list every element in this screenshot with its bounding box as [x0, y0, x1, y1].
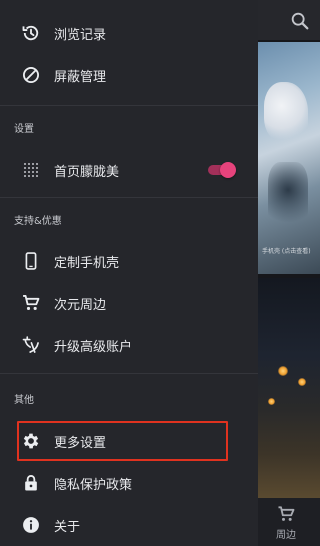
- bottom-nav: 周边: [258, 498, 320, 546]
- background-content: 手机壳 (点击查看) 周边: [258, 0, 320, 546]
- search-icon[interactable]: [289, 10, 311, 32]
- phone-icon: [20, 250, 42, 272]
- home-blur-toggle[interactable]: [206, 162, 236, 178]
- info-icon: [20, 514, 42, 536]
- vip-icon: [20, 334, 42, 356]
- drawer-item-merch[interactable]: 次元周边: [0, 282, 258, 324]
- background-artwork-1[interactable]: [258, 42, 320, 274]
- drawer-item-label: 浏览记录: [54, 27, 107, 43]
- cart-icon: [20, 292, 42, 314]
- drawer-item-upgrade-premium[interactable]: 升级高级账户: [0, 324, 258, 366]
- lock-icon: [20, 472, 42, 494]
- divider: [0, 373, 258, 374]
- drawer-item-custom-phone-case[interactable]: 定制手机壳: [0, 240, 258, 282]
- grid-dots-icon: [20, 159, 42, 181]
- navigation-drawer: 浏览记录 屏蔽管理 设置 首页朦胧美 支持&优惠 定制手机壳 次元周边 升级高级…: [0, 0, 258, 546]
- tab-merch[interactable]: 周边: [266, 504, 306, 541]
- section-title-other: 其他: [14, 395, 34, 406]
- divider: [0, 197, 258, 198]
- background-artwork-2[interactable]: [258, 278, 320, 498]
- drawer-item-privacy-policy[interactable]: 隐私保护政策: [0, 462, 258, 504]
- cart-icon: [278, 506, 295, 521]
- section-title-settings: 设置: [14, 124, 34, 135]
- background-caption: 手机壳 (点击查看): [262, 248, 311, 255]
- drawer-item-block-management[interactable]: 屏蔽管理: [0, 54, 258, 96]
- history-icon: [20, 22, 42, 44]
- drawer-item-label: 首页朦胧美: [54, 164, 120, 180]
- drawer-item-label: 定制手机壳: [54, 255, 120, 271]
- drawer-item-label: 次元周边: [54, 297, 107, 313]
- block-icon: [20, 64, 42, 86]
- drawer-item-label: 关于: [54, 519, 81, 535]
- drawer-item-history[interactable]: 浏览记录: [0, 12, 258, 54]
- drawer-item-label: 屏蔽管理: [54, 69, 107, 85]
- background-top-bar: [258, 0, 320, 40]
- drawer-item-label: 升级高级账户: [54, 339, 133, 355]
- section-title-support: 支持&优惠: [14, 216, 62, 227]
- divider: [0, 105, 258, 106]
- drawer-item-about[interactable]: 关于: [0, 504, 258, 546]
- tab-merch-label: 周边: [276, 530, 296, 541]
- highlight-box: [17, 421, 228, 461]
- drawer-item-label: 隐私保护政策: [54, 477, 133, 493]
